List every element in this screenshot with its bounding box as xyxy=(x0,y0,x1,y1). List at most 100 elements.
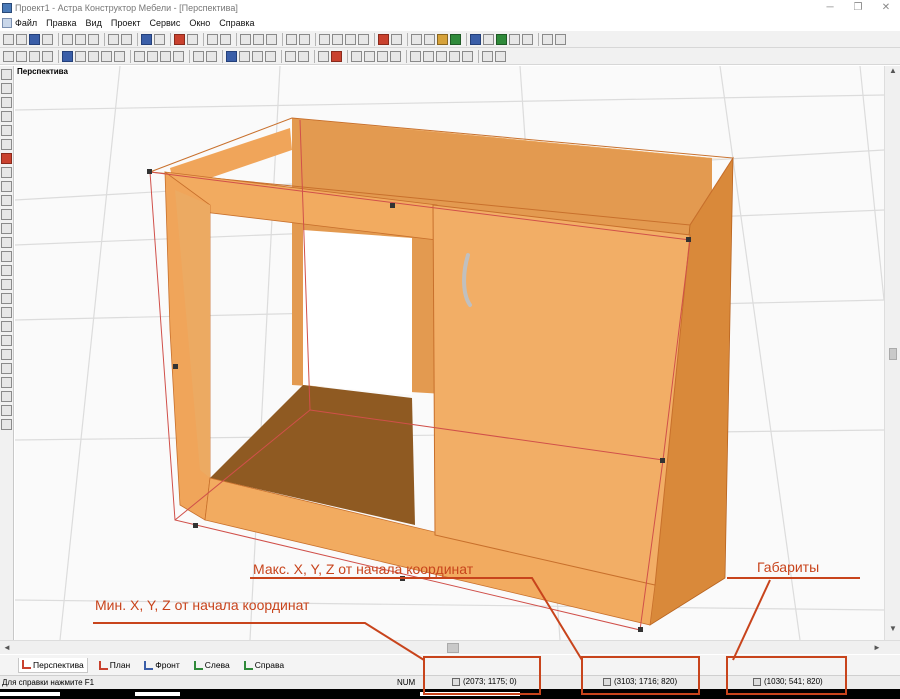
toolbar-button-icon[interactable] xyxy=(141,33,152,45)
toolbar-button-icon[interactable] xyxy=(462,50,473,62)
toolbar-button-icon[interactable] xyxy=(496,33,507,45)
toolbar-button-icon[interactable] xyxy=(62,33,73,45)
toolbar-button-icon[interactable] xyxy=(108,33,119,45)
toolbar-button-icon[interactable] xyxy=(220,33,231,45)
toolbar-button-icon[interactable] xyxy=(358,33,369,45)
toolbar-button-icon[interactable] xyxy=(555,33,566,45)
left-tool-button-icon[interactable] xyxy=(1,363,12,374)
left-tool-button-icon[interactable] xyxy=(1,125,12,136)
minimize-button[interactable]: ─ xyxy=(816,2,844,13)
toolbar-button-icon[interactable] xyxy=(207,33,218,45)
toolbar-button-icon[interactable] xyxy=(436,50,447,62)
toolbar-button-icon[interactable] xyxy=(29,50,40,62)
tab-front[interactable]: Фронт xyxy=(141,658,183,672)
toolbar-button-icon[interactable] xyxy=(345,33,356,45)
toolbar-button-icon[interactable] xyxy=(331,50,342,62)
toolbar-button-icon[interactable] xyxy=(62,50,73,62)
toolbar-button-icon[interactable] xyxy=(410,50,421,62)
toolbar-button-icon[interactable] xyxy=(449,50,460,62)
toolbar-button-icon[interactable] xyxy=(285,50,296,62)
left-tool-button-icon[interactable] xyxy=(1,167,12,178)
close-button[interactable]: ✕ xyxy=(872,2,900,13)
left-tool-button-icon[interactable] xyxy=(1,377,12,388)
left-tool-button-icon[interactable] xyxy=(1,349,12,360)
toolbar-button-icon[interactable] xyxy=(187,33,198,45)
left-tool-button-icon[interactable] xyxy=(1,321,12,332)
toolbar-button-icon[interactable] xyxy=(364,50,375,62)
toolbar-button-icon[interactable] xyxy=(378,33,389,45)
vertical-scrollbar[interactable]: ▲ ▼ xyxy=(884,66,900,640)
left-tool-button-icon[interactable] xyxy=(1,251,12,262)
left-tool-button-icon[interactable] xyxy=(1,209,12,220)
toolbar-button-icon[interactable] xyxy=(75,50,86,62)
toolbar-button-icon[interactable] xyxy=(101,50,112,62)
tab-perspective[interactable]: Перспектива xyxy=(18,657,88,673)
scroll-up-icon[interactable]: ▲ xyxy=(885,66,900,80)
toolbar-button-icon[interactable] xyxy=(226,50,237,62)
toolbar-button-icon[interactable] xyxy=(114,50,125,62)
toolbar-button-icon[interactable] xyxy=(299,33,310,45)
toolbar-button-icon[interactable] xyxy=(75,33,86,45)
toolbar-button-icon[interactable] xyxy=(391,33,402,45)
toolbar-button-icon[interactable] xyxy=(522,33,533,45)
toolbar-button-icon[interactable] xyxy=(193,50,204,62)
left-tool-button-icon[interactable] xyxy=(1,111,12,122)
toolbar-button-icon[interactable] xyxy=(88,33,99,45)
toolbar-button-icon[interactable] xyxy=(121,33,132,45)
toolbar-button-icon[interactable] xyxy=(266,33,277,45)
tab-right[interactable]: Справа xyxy=(241,658,287,672)
left-tool-button-icon[interactable] xyxy=(1,69,12,80)
toolbar-button-icon[interactable] xyxy=(424,33,435,45)
toolbar-button-icon[interactable] xyxy=(42,33,53,45)
toolbar-button-icon[interactable] xyxy=(147,50,158,62)
toolbar-button-icon[interactable] xyxy=(390,50,401,62)
left-tool-button-icon[interactable] xyxy=(1,265,12,276)
toolbar-button-icon[interactable] xyxy=(3,50,14,62)
horizontal-scroll-thumb[interactable] xyxy=(447,643,459,653)
left-tool-button-icon[interactable] xyxy=(1,83,12,94)
menu-edit[interactable]: Правка xyxy=(46,18,76,28)
tab-plan[interactable]: План xyxy=(96,658,134,672)
menu-file[interactable]: Файл xyxy=(15,18,37,28)
toolbar-button-icon[interactable] xyxy=(16,50,27,62)
left-tool-button-icon[interactable] xyxy=(1,195,12,206)
toolbar-button-icon[interactable] xyxy=(16,33,27,45)
scroll-left-icon[interactable]: ◄ xyxy=(0,641,14,655)
toolbar-button-icon[interactable] xyxy=(240,33,251,45)
toolbar-button-icon[interactable] xyxy=(423,50,434,62)
left-tool-button-icon[interactable] xyxy=(1,293,12,304)
left-tool-button-icon[interactable] xyxy=(1,237,12,248)
menu-project[interactable]: Проект xyxy=(111,18,141,28)
left-tool-button-icon[interactable] xyxy=(1,181,12,192)
left-tool-button-icon[interactable] xyxy=(1,391,12,402)
left-tool-button-icon[interactable] xyxy=(1,139,12,150)
toolbar-button-icon[interactable] xyxy=(134,50,145,62)
toolbar-button-icon[interactable] xyxy=(42,50,53,62)
left-tool-button-icon[interactable] xyxy=(1,405,12,416)
toolbar-button-icon[interactable] xyxy=(173,50,184,62)
toolbar-button-icon[interactable] xyxy=(88,50,99,62)
toolbar-button-icon[interactable] xyxy=(253,33,264,45)
toolbar-button-icon[interactable] xyxy=(495,50,506,62)
toolbar-button-icon[interactable] xyxy=(265,50,276,62)
toolbar-button-icon[interactable] xyxy=(377,50,388,62)
toolbar-button-icon[interactable] xyxy=(450,33,461,45)
toolbar-button-icon[interactable] xyxy=(286,33,297,45)
menu-help[interactable]: Справка xyxy=(219,18,254,28)
document-icon[interactable] xyxy=(2,17,12,28)
toolbar-button-icon[interactable] xyxy=(29,33,40,45)
toolbar-button-icon[interactable] xyxy=(437,33,448,45)
restore-button[interactable]: ❐ xyxy=(844,2,872,13)
toolbar-button-icon[interactable] xyxy=(154,33,165,45)
toolbar-button-icon[interactable] xyxy=(470,33,481,45)
toolbar-button-icon[interactable] xyxy=(174,33,185,45)
scroll-right-icon[interactable]: ► xyxy=(870,641,884,655)
tab-left[interactable]: Слева xyxy=(191,658,233,672)
scroll-down-icon[interactable]: ▼ xyxy=(885,624,900,638)
toolbar-button-icon[interactable] xyxy=(239,50,250,62)
toolbar-button-icon[interactable] xyxy=(160,50,171,62)
toolbar-button-icon[interactable] xyxy=(252,50,263,62)
left-tool-button-icon[interactable] xyxy=(1,223,12,234)
left-tool-button-icon[interactable] xyxy=(1,97,12,108)
vertical-scroll-thumb[interactable] xyxy=(889,348,897,360)
